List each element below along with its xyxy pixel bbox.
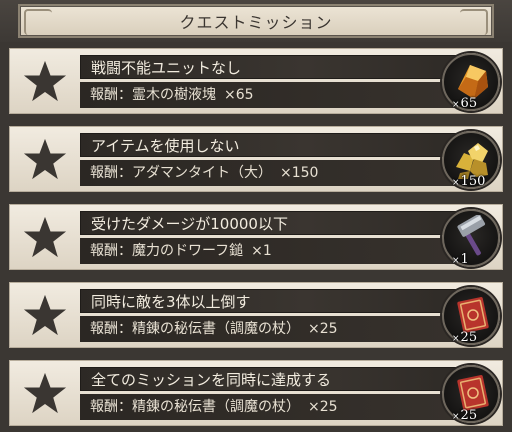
reward-item-slot[interactable]: ×25: [442, 365, 500, 423]
star-icon: [23, 138, 67, 180]
mission-name: 全てのミッションを同時に達成する: [91, 371, 332, 389]
reward-item: 魔力のドワーフ鎚: [132, 243, 244, 259]
reward-prefix: 報酬：: [90, 87, 132, 103]
mission-star: [14, 209, 76, 265]
mission-name-bar: 受けたダメージが10000以下: [80, 211, 456, 235]
count-x: ×: [452, 334, 460, 344]
reward-item: 精錬の秘伝書（調魔の杖）: [132, 399, 300, 415]
mission-reward-bar: 報酬：精錬の秘伝書（調魔の杖） ×25: [80, 394, 456, 420]
mission-reward: 報酬：精錬の秘伝書（調魔の杖） ×25: [90, 316, 338, 342]
mission-row: 戦闘不能ユニットなし 報酬：霊木の樹液塊 ×65 ×65: [9, 48, 503, 114]
count-x: ×: [452, 256, 460, 266]
mission-reward: 報酬：霊木の樹液塊 ×65: [90, 82, 254, 108]
count-x: ×: [452, 100, 460, 110]
count-value: 25: [460, 408, 478, 423]
mission-name: 戦闘不能ユニットなし: [91, 59, 242, 77]
mission-name: 同時に敵を3体以上倒す: [91, 293, 251, 311]
mission-name-bar: 同時に敵を3体以上倒す: [80, 289, 456, 313]
mission-reward-bar: 報酬：アダマンタイト（大） ×150: [80, 160, 456, 186]
item-count: ×1: [452, 252, 469, 267]
reward-item: 精錬の秘伝書（調魔の杖）: [132, 321, 300, 337]
reward-item-slot[interactable]: ×25: [442, 287, 500, 345]
star-icon: [23, 294, 67, 336]
reward-item: アダマンタイト（大）: [132, 165, 272, 181]
mission-name-bar: 戦闘不能ユニットなし: [80, 55, 456, 79]
mission-row: 同時に敵を3体以上倒す 報酬：精錬の秘伝書（調魔の杖） ×25 ×25: [9, 282, 503, 348]
mission-row: アイテムを使用しない 報酬：アダマンタイト（大） ×150 ×150: [9, 126, 503, 192]
reward-qty: ×150: [280, 165, 319, 181]
mission-name-bar: 全てのミッションを同時に達成する: [80, 367, 456, 391]
count-value: 25: [460, 330, 478, 345]
title-banner: クエストミッション: [0, 0, 512, 42]
mission-reward: 報酬：魔力のドワーフ鎚 ×1: [90, 238, 272, 264]
star-icon: [23, 372, 67, 414]
reward-item-slot[interactable]: ×150: [442, 131, 500, 189]
mission-star: [14, 365, 76, 421]
reward-item-slot[interactable]: ×65: [442, 53, 500, 111]
reward-qty: ×65: [224, 87, 254, 103]
mission-row: 受けたダメージが10000以下 報酬：魔力のドワーフ鎚 ×1 ×1: [9, 204, 503, 270]
mission-star: [14, 131, 76, 187]
item-count: ×25: [452, 330, 477, 345]
reward-prefix: 報酬：: [90, 321, 132, 337]
reward-qty: ×25: [308, 321, 338, 337]
mission-reward-bar: 報酬：精錬の秘伝書（調魔の杖） ×25: [80, 316, 456, 342]
star-icon: [23, 60, 67, 102]
star-icon: [23, 216, 67, 258]
reward-qty: ×25: [308, 399, 338, 415]
mission-star: [14, 53, 76, 109]
title-plate: クエストミッション: [18, 4, 494, 38]
mission-reward: 報酬：アダマンタイト（大） ×150: [90, 160, 318, 186]
mission-name: アイテムを使用しない: [91, 137, 240, 155]
reward-prefix: 報酬：: [90, 399, 132, 415]
mission-name: 受けたダメージが10000以下: [91, 215, 288, 233]
mission-name-bar: アイテムを使用しない: [80, 133, 456, 157]
mission-row: 全てのミッションを同時に達成する 報酬：精錬の秘伝書（調魔の杖） ×25 ×25: [9, 360, 503, 426]
mission-reward: 報酬：精錬の秘伝書（調魔の杖） ×25: [90, 394, 338, 420]
reward-item-slot[interactable]: ×1: [442, 209, 500, 267]
page-title: クエストミッション: [179, 13, 333, 32]
item-count: ×150: [452, 174, 485, 189]
mission-reward-bar: 報酬：霊木の樹液塊 ×65: [80, 82, 456, 108]
count-x: ×: [452, 178, 460, 188]
count-value: 150: [460, 174, 486, 189]
item-count: ×25: [452, 408, 477, 423]
mission-star: [14, 287, 76, 343]
count-value: 65: [460, 96, 478, 111]
mission-reward-bar: 報酬：魔力のドワーフ鎚 ×1: [80, 238, 456, 264]
reward-prefix: 報酬：: [90, 165, 132, 181]
reward-prefix: 報酬：: [90, 243, 132, 259]
reward-qty: ×1: [251, 243, 272, 259]
count-value: 1: [460, 252, 469, 267]
item-count: ×65: [452, 96, 477, 111]
count-x: ×: [452, 412, 460, 422]
reward-item: 霊木の樹液塊: [132, 87, 216, 103]
